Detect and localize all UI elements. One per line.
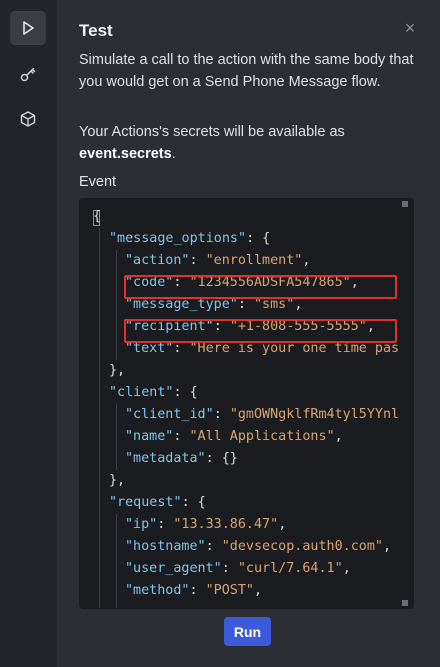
code-line: "ip": "13.33.86.47", <box>93 514 414 536</box>
highlight-recipient <box>124 319 397 343</box>
code-line: "name": "All Applications", <box>93 426 414 448</box>
code-line: "action": "enrollment", <box>93 250 414 272</box>
secrets-note-prefix: Your Actions's secrets will be available… <box>79 124 345 140</box>
secrets-tab-button[interactable] <box>10 57 46 91</box>
json-punct: , <box>294 297 303 312</box>
code-line: }, <box>93 360 414 382</box>
json-string: "sms" <box>254 297 295 312</box>
scrollbar-bottom[interactable] <box>402 600 408 606</box>
json-key: "hostname" <box>125 539 206 554</box>
code-line: "client": { <box>93 382 414 404</box>
play-icon <box>20 20 36 36</box>
json-string: "gmOWNgklfRm4tyl5YYnl <box>229 407 400 422</box>
json-punct: : <box>237 297 254 312</box>
json-key: "client" <box>109 385 174 400</box>
json-punct: : { <box>173 385 198 400</box>
json-punct: , <box>254 583 263 598</box>
json-punct: : <box>157 517 174 532</box>
code-line: "client_id": "gmOWNgklfRm4tyl5YYnl <box>93 404 414 426</box>
json-key: "action" <box>125 253 190 268</box>
json-key: "ip" <box>125 517 158 532</box>
json-punct: : <box>189 583 206 598</box>
code-line: { <box>93 206 414 228</box>
json-key: "method" <box>125 583 190 598</box>
json-punct: : <box>189 253 206 268</box>
code-line: "metadata": {} <box>93 448 414 470</box>
run-button[interactable]: Run <box>224 617 271 646</box>
json-key: "message_options" <box>109 231 247 246</box>
json-punct: }, <box>109 473 126 488</box>
secrets-note-suffix: . <box>171 146 176 162</box>
code-line: }, <box>93 470 414 492</box>
json-string: "13.33.86.47" <box>173 517 279 532</box>
json-punct: , <box>278 517 287 532</box>
json-string: "POST" <box>205 583 254 598</box>
code-line: "request": { <box>93 492 414 514</box>
key-icon <box>19 65 37 83</box>
code-line: "message_options": { <box>93 228 414 250</box>
test-tab-button[interactable] <box>10 11 46 45</box>
json-punct: { <box>93 209 102 224</box>
json-string: "Here is your one time pas <box>189 341 400 356</box>
json-key: "name" <box>125 429 174 444</box>
json-punct: : { <box>246 231 271 246</box>
json-punct: : { <box>181 495 206 510</box>
json-key: "user_agent" <box>125 561 222 576</box>
json-punct: , <box>383 539 392 554</box>
code-line: "hostname": "devsecop.auth0.com", <box>93 536 414 558</box>
json-punct: , <box>342 561 351 576</box>
panel-title: Test <box>79 21 113 40</box>
json-code[interactable]: {"message_options": {"action": "enrollme… <box>93 206 414 609</box>
json-punct: }, <box>109 363 126 378</box>
json-key: "metadata" <box>125 451 206 466</box>
icon-rail <box>0 0 58 667</box>
json-punct: , <box>302 253 311 268</box>
json-key: "message_type" <box>125 297 238 312</box>
scrollbar-top[interactable] <box>402 201 408 207</box>
json-punct: : <box>213 407 230 422</box>
json-string: "curl/7.64.1" <box>237 561 343 576</box>
json-key: "client_id" <box>125 407 214 422</box>
json-punct: : <box>221 561 238 576</box>
json-string: "devsecop.auth0.com" <box>221 539 383 554</box>
cube-icon <box>19 110 37 128</box>
secrets-code: event.secrets <box>79 146 172 162</box>
event-json-editor[interactable]: {"message_options": {"action": "enrollme… <box>79 198 414 609</box>
json-key: "request" <box>109 495 182 510</box>
json-punct: : <box>173 429 190 444</box>
code-line: "method": "POST", <box>93 580 414 602</box>
dependencies-tab-button[interactable] <box>10 102 46 136</box>
event-label: Event <box>79 174 117 190</box>
editor-scrollbar[interactable] <box>402 201 408 606</box>
json-string: "All Applications" <box>189 429 335 444</box>
json-punct: : <box>205 539 222 554</box>
json-string: "enrollment" <box>205 253 303 268</box>
code-line: "user_agent": "curl/7.64.1", <box>93 558 414 580</box>
test-panel: Test × Simulate a call to the action wit… <box>58 0 440 667</box>
secrets-note: Your Actions's secrets will be available… <box>79 121 419 165</box>
json-key: "text" <box>125 341 174 356</box>
panel-description: Simulate a call to the action with the s… <box>79 52 414 90</box>
json-punct: , <box>334 429 343 444</box>
close-icon[interactable]: × <box>400 18 420 38</box>
json-punct: : {} <box>205 451 238 466</box>
highlight-code <box>124 275 397 299</box>
json-punct: : <box>173 341 190 356</box>
